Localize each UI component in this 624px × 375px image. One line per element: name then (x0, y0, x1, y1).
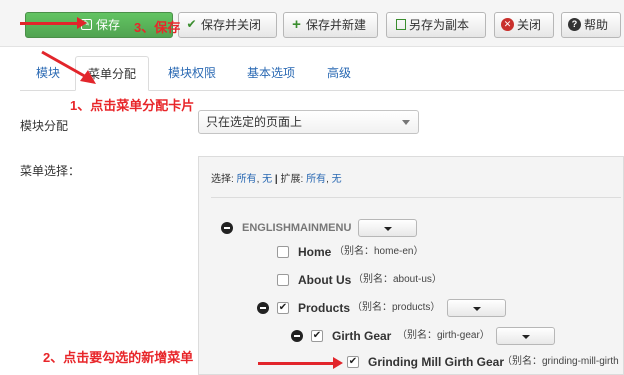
item-alias: （别名：about-us） (353, 274, 442, 285)
save-close-button[interactable]: ✔ 保存并关闭 (178, 12, 277, 38)
save-new-button[interactable]: + 保存并新建 (283, 12, 378, 38)
question-circle-icon: ? (568, 18, 581, 31)
module-assignment-select[interactable]: 只在选定的页面上 (198, 110, 419, 134)
list-item: ✔ Products （别名：products） (257, 299, 557, 317)
annotation-arrow-tab (41, 50, 96, 84)
list-item: ✔ Girth Gear （别名：girth-gear） (291, 327, 591, 345)
annotation-step2: 2、点击要勾选的新增菜单 (43, 350, 194, 365)
separator: , (256, 174, 260, 185)
annotation-arrow-item (258, 357, 343, 369)
item-title: Home (298, 245, 332, 259)
item-checkbox[interactable]: ✔ (347, 356, 359, 368)
minus-circle-icon[interactable] (221, 222, 233, 234)
save-close-label: 保存并关闭 (201, 18, 262, 32)
close-label: 关闭 (517, 18, 542, 32)
separator: , (326, 174, 329, 185)
minus-circle-icon[interactable] (291, 330, 303, 342)
item-title: Products (298, 301, 351, 315)
expand-all-link[interactable]: 所有 (306, 174, 326, 185)
minus-circle-icon[interactable] (257, 302, 269, 314)
divider: | (274, 174, 278, 185)
chevron-down-icon (402, 120, 410, 125)
tab-advanced[interactable]: 高级 (315, 56, 363, 91)
menu-options-dropdown[interactable] (358, 219, 417, 237)
tab-basic-options[interactable]: 基本选项 (235, 56, 307, 91)
list-item: Home （别名：home-en） (277, 243, 477, 261)
item-checkbox[interactable] (277, 246, 289, 258)
item-alias: （别名：home-en） (334, 246, 424, 257)
list-item: About Us （别名：about-us） (277, 271, 477, 289)
item-options-dropdown[interactable] (496, 327, 555, 345)
menu-name: ENGLISHMAINMENU (242, 222, 352, 234)
help-button[interactable]: ? 帮助 (561, 12, 621, 38)
item-checkbox[interactable] (277, 274, 289, 286)
select-label: 选择: (211, 174, 234, 185)
copy-icon (396, 19, 406, 30)
save-copy-label: 另存为副本 (409, 18, 470, 32)
select-none-link[interactable]: 无 (262, 174, 272, 185)
list-item: ✔ Grinding Mill Girth Gear （别名：grinding-… (347, 353, 623, 371)
item-alias: （别名：products） (352, 302, 441, 313)
item-alias: （别名：grinding-mill-girth (502, 356, 619, 367)
annotation-arrow-save (20, 17, 87, 29)
menu-selection-panel: 选择: 所有, 无 | 扩展: 所有, 无 ENGLISHMAINMENU Ho… (198, 156, 624, 375)
save-button-label: 保存 (96, 18, 121, 32)
toolbar: ✎ 保存 ✔ 保存并关闭 + 保存并新建 另存为副本 ✕ 关闭 ? 帮助 (0, 0, 624, 47)
save-new-label: 保存并新建 (306, 18, 367, 32)
save-copy-button[interactable]: 另存为副本 (386, 12, 486, 38)
check-icon: ✔ (186, 17, 197, 31)
select-all-link[interactable]: 所有 (237, 174, 257, 185)
module-assignment-label: 模块分配 (20, 119, 69, 133)
module-assignment-value: 只在选定的页面上 (206, 115, 303, 129)
annotation-step3: 3、保存 (134, 20, 181, 35)
tab-bar: 模块 菜单分配 模块权限 基本选项 高级 (20, 56, 624, 91)
item-title: About Us (298, 273, 352, 287)
close-button[interactable]: ✕ 关闭 (494, 12, 554, 38)
help-label: 帮助 (584, 18, 609, 32)
divider-line (211, 197, 621, 198)
close-circle-icon: ✕ (501, 18, 514, 31)
menu-tree-root: ENGLISHMAINMENU (221, 219, 421, 237)
expand-none-link[interactable]: 无 (332, 174, 342, 185)
item-checkbox[interactable]: ✔ (311, 330, 323, 342)
annotation-step1: 1、点击菜单分配卡片 (70, 98, 195, 113)
tab-module-permissions[interactable]: 模块权限 (156, 56, 228, 91)
item-options-dropdown[interactable] (447, 299, 506, 317)
item-alias: （别名：girth-gear） (397, 330, 490, 341)
select-expand-line: 选择: 所有, 无 | 扩展: 所有, 无 (211, 170, 342, 185)
expand-label: 扩展: (280, 174, 304, 185)
item-title: Girth Gear (332, 329, 392, 343)
plus-icon: + (292, 16, 301, 33)
item-checkbox[interactable]: ✔ (277, 302, 289, 314)
item-title: Grinding Mill Girth Gear (368, 355, 505, 369)
menu-selection-label: 菜单选择： (20, 164, 81, 178)
